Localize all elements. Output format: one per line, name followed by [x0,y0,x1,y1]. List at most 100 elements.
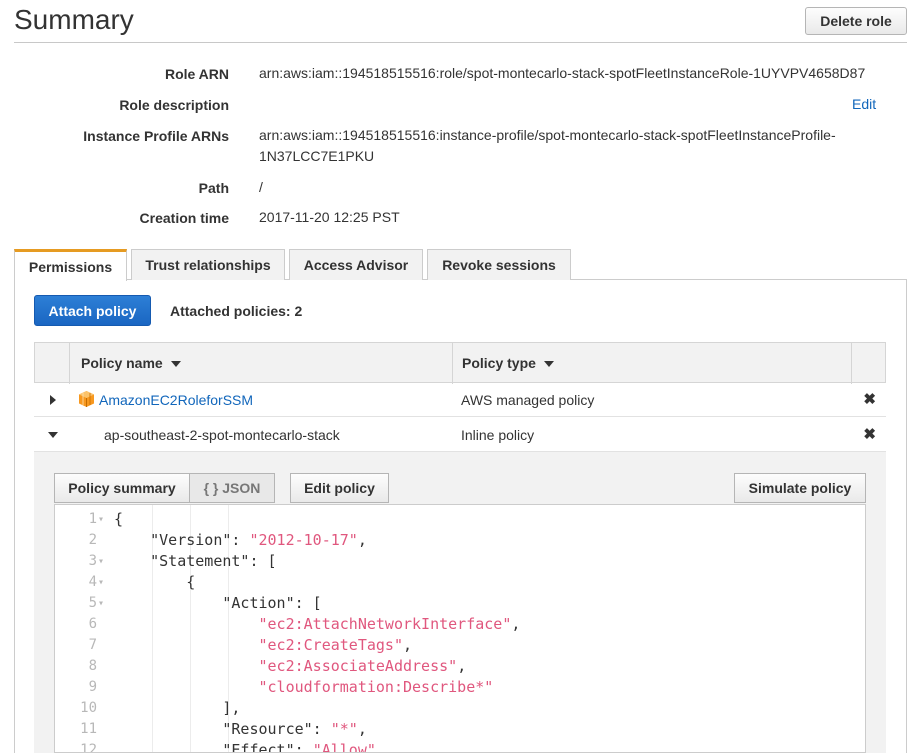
code-text: "ec2:CreateTags", [114,635,413,656]
instance-profile-value-line2: 1N37LCC7E1PKU [259,148,375,164]
code-text: "Statement": [ [114,551,277,572]
code-token: "Version": [114,531,250,549]
code-line: 7 "ec2:CreateTags", [55,635,865,656]
title-divider [14,42,907,43]
code-line: 4 ▾ { [55,572,865,593]
edit-description-link[interactable]: Edit [852,96,876,112]
creation-time-label: Creation time [139,210,229,226]
edit-policy-button[interactable]: Edit policy [290,473,389,503]
policy-type-column-header[interactable]: Policy type [462,355,554,371]
table-row: AmazonEC2RoleforSSM AWS managed policy ✖ [34,383,886,417]
attach-policy-button[interactable]: Attach policy [34,295,151,326]
code-token: "Statement": [ [114,552,277,570]
line-number: 4 [88,574,97,590]
simulate-policy-button[interactable]: Simulate policy [734,473,866,503]
policy-type-header-label: Policy type [462,355,536,371]
close-x-icon[interactable]: ✖ [863,390,876,408]
delete-role-button[interactable]: Delete role [805,7,907,35]
line-number: 8 [88,658,97,674]
policy-summary-button[interactable]: Policy summary [54,473,190,503]
fold-arrow-icon[interactable]: ▾ [98,593,104,614]
code-token: , [403,636,413,654]
table-row: ap-southeast-2-spot-montecarlo-stack Inl… [34,418,886,452]
line-number: 5 [88,595,97,611]
sort-caret-icon [543,361,554,368]
policy-type-cell: AWS managed policy [461,392,595,408]
string-token: "ec2:AttachNetworkInterface" [258,615,512,633]
caret-right-icon[interactable] [50,395,56,405]
path-label: Path [198,180,229,196]
code-text: "ec2:AttachNetworkInterface", [114,614,521,635]
attached-policies-count: Attached policies: 2 [170,303,303,319]
tab-access-advisor[interactable]: Access Advisor [289,249,423,280]
string-token: "cloudformation:Describe*" [258,678,494,696]
line-number: 12 [80,742,97,753]
policy-name-link[interactable]: AmazonEC2RoleforSSM [99,392,253,408]
line-number: 7 [88,637,97,653]
code-text: "cloudformation:Describe*" [114,677,494,698]
line-number: 2 [88,532,97,548]
role-arn-value: arn:aws:iam::194518515516:role/spot-mont… [259,65,866,81]
path-value: / [259,179,263,195]
string-token: "ec2:CreateTags" [258,636,404,654]
close-x-icon[interactable]: ✖ [863,425,876,443]
code-token: { [114,510,124,528]
code-text: "ec2:AssociateAddress", [114,656,467,677]
json-view-button[interactable]: { } JSON [189,473,275,503]
code-line: 3 ▾ "Statement": [ [55,551,865,572]
policy-name-column-header[interactable]: Policy name [81,355,181,371]
fold-arrow-icon[interactable]: ▾ [98,551,104,572]
code-line: 8 "ec2:AssociateAddress", [55,656,865,677]
caret-down-icon[interactable] [48,432,58,438]
fold-arrow-icon[interactable]: ▾ [98,572,104,593]
code-token: "Resource": [114,720,331,738]
code-line: 11 "Resource": "*", [55,719,865,740]
line-number: 3 [88,553,97,569]
header-divider [69,343,70,384]
header-divider [452,343,453,384]
policy-table-header: Policy name Policy type [34,342,886,384]
line-number: 9 [88,679,97,695]
tab-permissions[interactable]: Permissions [14,249,127,281]
code-token: { [114,573,196,591]
tab-trust-relationships[interactable]: Trust relationships [131,249,285,280]
sort-caret-icon [170,361,181,368]
fold-arrow-icon[interactable]: ▾ [98,509,104,530]
line-number: 11 [80,721,97,737]
code-text: ], [114,698,240,719]
code-line: 9 "cloudformation:Describe*" [55,677,865,698]
code-token: ], [114,699,241,717]
string-token: "Allow" [312,741,376,753]
code-text: { [114,572,195,593]
role-arn-label: Role ARN [164,66,229,82]
line-number: 10 [80,700,97,716]
code-token: , [457,657,467,675]
code-token: "Action": [ [114,594,322,612]
code-text: "Action": [ [114,593,322,614]
code-line: 6 "ec2:AttachNetworkInterface", [55,614,865,635]
line-number: 1 [88,511,97,527]
code-token: , [357,720,367,738]
code-line: 10 ], [55,698,865,719]
page-title: Summary [14,4,134,35]
string-token: "*" [330,720,358,738]
code-text: "Resource": "*", [114,719,367,740]
tab-revoke-sessions[interactable]: Revoke sessions [427,249,571,280]
code-text: "Version": "2012-10-17", [114,530,367,551]
role-description-label: Role description [119,97,229,113]
string-token: "2012-10-17" [249,531,358,549]
policy-name-cell: ap-southeast-2-spot-montecarlo-stack [104,427,340,443]
aws-cube-icon [79,391,94,407]
code-text: "Effect": "Allow" [114,740,376,753]
header-divider [851,343,852,384]
code-line: 2 "Version": "2012-10-17", [55,530,865,551]
code-token: , [511,615,521,633]
code-line: 12 "Effect": "Allow" [55,740,865,753]
line-number: 6 [88,616,97,632]
code-text: { [114,509,123,530]
json-code-editor[interactable]: 1 ▾{2 "Version": "2012-10-17", 3 ▾ "Stateme… [54,504,866,753]
